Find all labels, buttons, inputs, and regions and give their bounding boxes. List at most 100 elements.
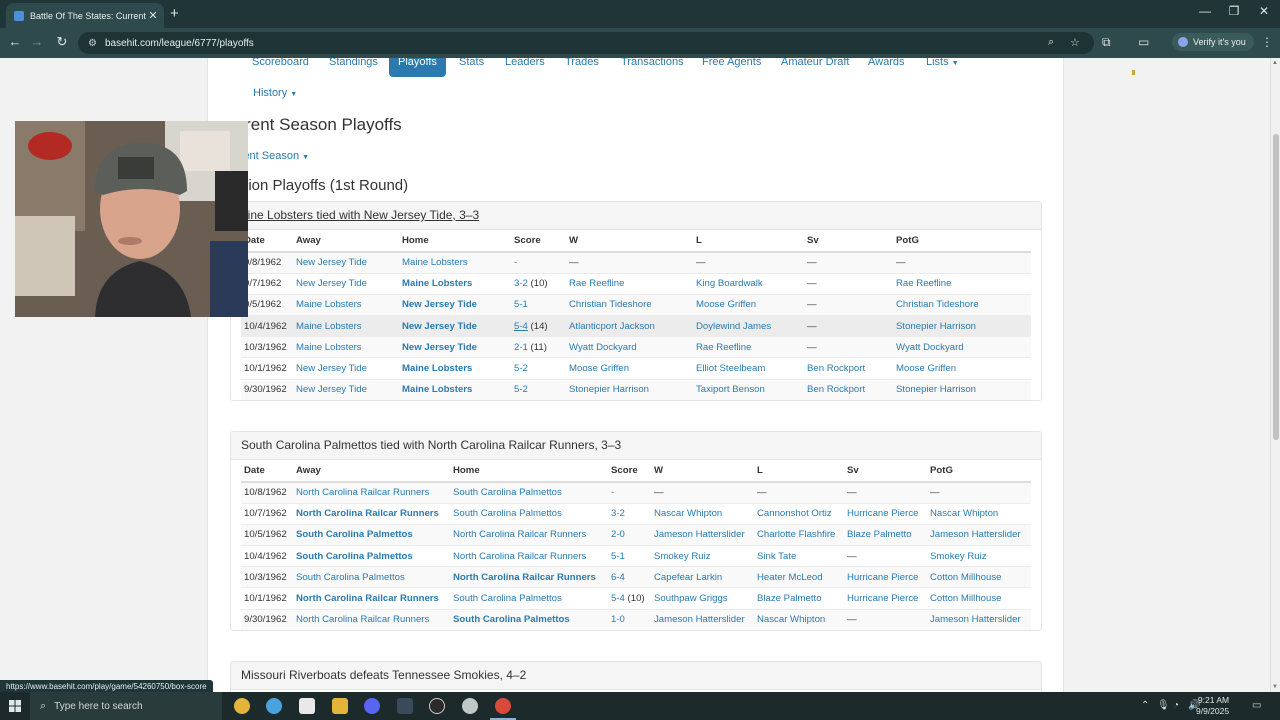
score-link[interactable]: 5-1 xyxy=(514,299,528,310)
score-link[interactable]: 5-2 xyxy=(514,363,528,374)
scroll-up-icon[interactable]: ▲ xyxy=(1272,60,1278,66)
cell-l[interactable]: Doylewind James xyxy=(693,315,804,337)
cell-potg[interactable]: Cotton Millhouse xyxy=(927,566,1031,588)
col-score[interactable]: Score xyxy=(511,230,566,253)
cell-l[interactable]: Rae Reefline xyxy=(693,336,804,358)
cell-potg[interactable]: Wyatt Dockyard xyxy=(893,336,1031,358)
cell-away[interactable]: Maine Lobsters xyxy=(293,315,399,337)
cell-w[interactable]: Jameson Hatterslider xyxy=(651,523,754,546)
away-team-link[interactable]: North Carolina Railcar Runners xyxy=(296,508,439,519)
cell-l[interactable]: Cannonshot Ortiz xyxy=(754,502,844,525)
bookmark-star-icon[interactable]: ☆ xyxy=(1070,36,1080,49)
home-team-link[interactable]: South Carolina Palmettos xyxy=(453,508,562,519)
nav-amateur-draft[interactable]: Amateur Draft xyxy=(781,58,849,77)
cell-home[interactable]: New Jersey Tide xyxy=(399,315,511,337)
taskbar-clock[interactable]: 9:21 AM 9/9/2025 xyxy=(1196,695,1229,717)
col-home[interactable]: Home xyxy=(399,230,511,253)
restore-icon[interactable]: ❐ xyxy=(1219,4,1249,18)
home-team-link[interactable]: South Carolina Palmettos xyxy=(453,487,562,498)
cell-w[interactable]: Nascar Whipton xyxy=(651,502,754,525)
cell-w[interactable]: Rae Reefline xyxy=(566,272,693,295)
app-icon[interactable] xyxy=(462,698,478,714)
cell-home[interactable]: South Carolina Palmettos xyxy=(450,587,608,610)
forward-icon[interactable]: → xyxy=(28,34,46,49)
score-link[interactable]: - xyxy=(611,487,614,498)
cell-l[interactable]: Sink Tate xyxy=(754,545,844,567)
cell-potg[interactable]: Smokey Ruiz xyxy=(927,545,1031,567)
cell-w[interactable]: Stonepier Harrison xyxy=(566,378,693,401)
col-sv[interactable]: Sv xyxy=(844,460,927,483)
cell-potg[interactable]: Jameson Hatterslider xyxy=(927,608,1031,631)
home-team-link[interactable]: Maine Lobsters xyxy=(402,278,472,289)
file-explorer-icon[interactable] xyxy=(332,698,348,714)
cell-w[interactable]: Christian Tideshore xyxy=(566,293,693,316)
col-sv[interactable]: Sv xyxy=(804,230,893,253)
nav-stats[interactable]: Stats xyxy=(459,58,484,77)
site-info-icon[interactable]: ⚙ xyxy=(88,38,97,49)
away-team-link[interactable]: South Carolina Palmettos xyxy=(296,572,405,583)
col-date[interactable]: Date xyxy=(241,230,293,253)
nav-standings[interactable]: Standings xyxy=(329,58,378,77)
nav-lists[interactable]: Lists ▼ xyxy=(926,58,959,77)
score-link[interactable]: 3-2 xyxy=(514,278,528,289)
cell-home[interactable]: Maine Lobsters xyxy=(399,378,511,401)
cell-w[interactable]: Jameson Hatterslider xyxy=(651,608,754,631)
col-date[interactable]: Date xyxy=(241,460,293,483)
home-team-link[interactable]: South Carolina Palmettos xyxy=(453,593,562,604)
score-link[interactable]: - xyxy=(514,257,517,268)
page-scrollbar[interactable]: ▲ ▼ xyxy=(1270,58,1280,692)
cell-score[interactable]: - xyxy=(608,481,651,504)
col-w[interactable]: W xyxy=(651,460,754,483)
cell-away[interactable]: New Jersey Tide xyxy=(293,251,399,274)
cell-away[interactable]: Maine Lobsters xyxy=(293,336,399,358)
close-tab-icon[interactable]: ✕ xyxy=(146,9,160,22)
score-link[interactable]: 2-0 xyxy=(611,529,625,540)
cell-home[interactable]: South Carolina Palmettos xyxy=(450,481,608,504)
cell-home[interactable]: North Carolina Railcar Runners xyxy=(450,545,608,567)
network-icon[interactable]: ◔ xyxy=(1173,700,1179,711)
cell-away[interactable]: North Carolina Railcar Runners xyxy=(293,481,450,504)
cell-score[interactable]: 2-1 (11) xyxy=(511,336,566,358)
back-icon[interactable]: ← xyxy=(6,34,24,49)
cell-l[interactable]: Nascar Whipton xyxy=(754,608,844,631)
cell-away[interactable]: New Jersey Tide xyxy=(293,272,399,295)
cell-l[interactable]: Elliot Steelbeam xyxy=(693,357,804,380)
windows-start-icon[interactable] xyxy=(9,700,21,712)
home-team-link[interactable]: Maine Lobsters xyxy=(402,363,472,374)
chrome-app-icon[interactable] xyxy=(234,698,250,714)
app-icon[interactable] xyxy=(397,698,413,714)
home-team-link[interactable]: North Carolina Railcar Runners xyxy=(453,551,586,562)
cell-potg[interactable]: Christian Tideshore xyxy=(893,293,1031,316)
cast-icon[interactable]: ▭ xyxy=(1138,35,1149,49)
cell-score[interactable]: 3-2 (10) xyxy=(511,272,566,295)
cell-l[interactable]: King Boardwalk xyxy=(693,272,804,295)
away-team-link[interactable]: Maine Lobsters xyxy=(296,342,362,353)
chrome-active-app-icon[interactable] xyxy=(495,698,511,714)
menu-kebab-icon[interactable]: ⋮ xyxy=(1261,35,1273,49)
home-team-link[interactable]: New Jersey Tide xyxy=(402,342,477,353)
scrollbar-thumb[interactable] xyxy=(1273,134,1279,440)
away-team-link[interactable]: Maine Lobsters xyxy=(296,321,362,332)
cell-sv[interactable]: Blaze Palmetto xyxy=(844,523,927,546)
cell-score[interactable]: 5-2 xyxy=(511,378,566,401)
col-w[interactable]: W xyxy=(566,230,693,253)
new-tab-icon[interactable]: + xyxy=(170,5,179,22)
nav-history[interactable]: History ▼ xyxy=(253,87,297,99)
copilot-app-icon[interactable] xyxy=(266,698,282,714)
close-window-icon[interactable]: ✕ xyxy=(1249,4,1279,18)
cell-potg[interactable]: Stonepier Harrison xyxy=(893,315,1031,337)
home-team-link[interactable]: North Carolina Railcar Runners xyxy=(453,529,586,540)
address-bar[interactable]: ⚙ basehit.com/league/6777/playoffs ⌕ ☆ xyxy=(78,32,1094,54)
cell-away[interactable]: New Jersey Tide xyxy=(293,357,399,380)
nav-playoffs[interactable]: Playoffs xyxy=(389,58,446,77)
nav-leaders[interactable]: Leaders xyxy=(505,58,545,77)
cell-w[interactable]: Southpaw Griggs xyxy=(651,587,754,610)
cell-away[interactable]: South Carolina Palmettos xyxy=(293,545,450,567)
cell-sv[interactable]: Hurricane Pierce xyxy=(844,587,927,610)
cell-potg[interactable]: Stonepier Harrison xyxy=(893,378,1031,401)
away-team-link[interactable]: New Jersey Tide xyxy=(296,384,367,395)
away-team-link[interactable]: North Carolina Railcar Runners xyxy=(296,593,439,604)
extensions-icon[interactable]: ⧉ xyxy=(1102,35,1111,50)
cell-home[interactable]: Maine Lobsters xyxy=(399,251,511,274)
cell-away[interactable]: North Carolina Railcar Runners xyxy=(293,502,450,525)
